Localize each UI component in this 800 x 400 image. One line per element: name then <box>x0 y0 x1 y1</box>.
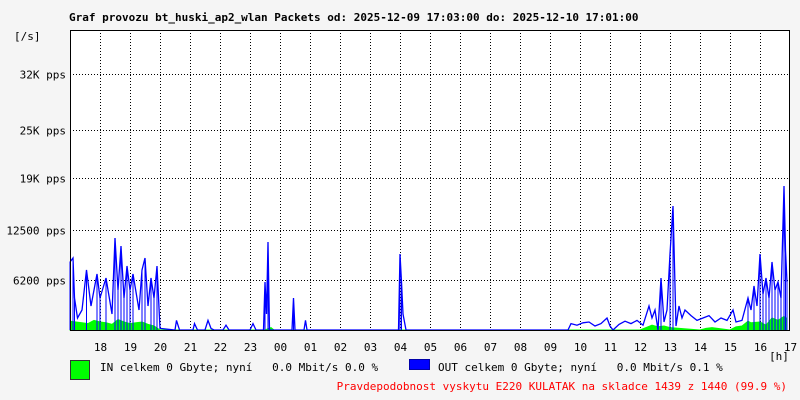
x-tick-label: 04 <box>394 341 408 354</box>
x-axis-labels: 18 19 20 21 22 23 00 01 02 03 04 05 06 07 08 09 10 11 12 13… <box>94 341 797 363</box>
y-tick-label: 19K pps <box>20 173 66 186</box>
x-tick-label: 19 <box>124 341 137 354</box>
y-tick-label: 6200 pps <box>13 275 66 288</box>
y-tick-label: 25K pps <box>20 125 66 138</box>
x-tick-label: 14 <box>694 341 708 354</box>
x-tick-label: 08 <box>514 341 527 354</box>
x-tick-label: 11 <box>604 341 617 354</box>
x-tick-label: 18 <box>94 341 107 354</box>
x-tick-label: 15 <box>724 341 737 354</box>
x-unit-label: [h] <box>769 350 789 363</box>
x-tick-label: 03 <box>364 341 377 354</box>
y-tick-label: 32K pps <box>20 69 66 82</box>
x-tick-label: 05 <box>424 341 437 354</box>
traffic-chart: 6200 pps 12500 pps 19K pps 25K pps 32K pps [/… <box>6 30 797 363</box>
x-tick-label: 12 <box>634 341 647 354</box>
x-tick-label: 23 <box>244 341 257 354</box>
probability-note: Pravdepodobnost vyskytu E220 KULATAK na … <box>336 380 787 393</box>
x-tick-label: 00 <box>274 341 287 354</box>
legend-in-text: IN celkem 0 Gbyte; nyní 0.0 Mbit/s 0.0 % <box>100 361 379 374</box>
x-tick-label: 01 <box>304 341 317 354</box>
x-tick-label: 20 <box>154 341 167 354</box>
x-tick-label: 09 <box>544 341 557 354</box>
x-tick-label: 07 <box>484 341 497 354</box>
legend-out-text: OUT celkem 0 Gbyte; nyní 0.0 Mbit/s 0.1 … <box>438 361 723 374</box>
y-axis-labels: 6200 pps 12500 pps 19K pps 25K pps 32K pps [/… <box>6 30 66 288</box>
y-unit-label: [/s] <box>14 30 41 43</box>
x-tick-label: 22 <box>214 341 227 354</box>
legend-out-swatch <box>409 359 430 370</box>
x-tick-label: 06 <box>454 341 467 354</box>
x-tick-label: 02 <box>334 341 347 354</box>
y-tick-label: 12500 pps <box>6 225 66 238</box>
legend-in-swatch <box>70 360 90 380</box>
x-tick-label: 16 <box>754 341 767 354</box>
x-tick-label: 10 <box>574 341 587 354</box>
x-tick-label: 13 <box>664 341 677 354</box>
x-tick-label: 21 <box>184 341 197 354</box>
